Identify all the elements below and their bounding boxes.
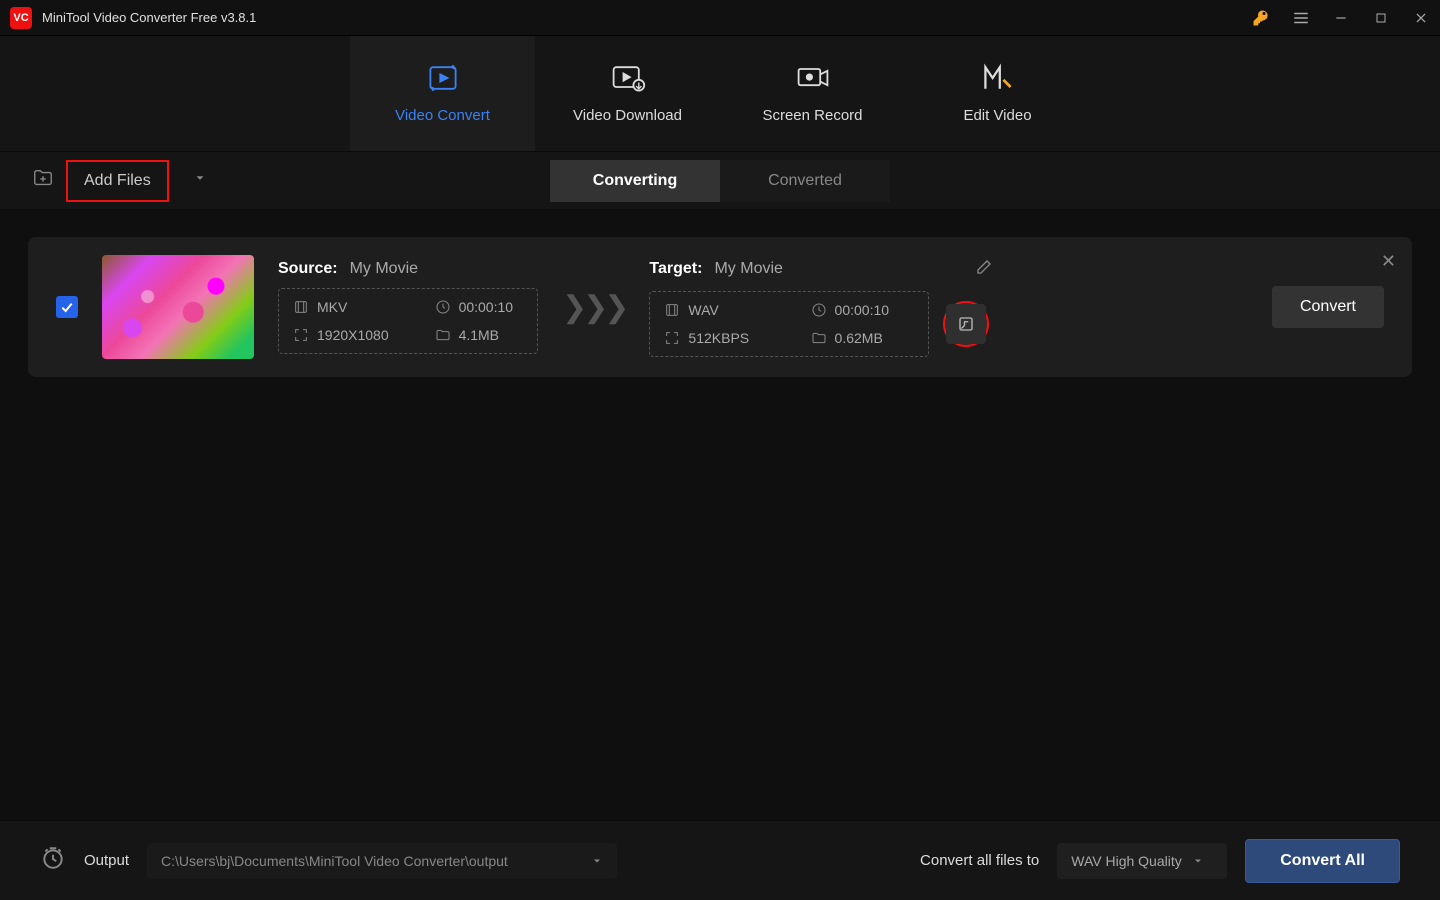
tab-edit-video[interactable]: Edit Video (905, 36, 1090, 151)
target-bitrate: 512KBPS (664, 330, 774, 346)
title-bar: VC MiniTool Video Converter Free v3.8.1 (0, 0, 1440, 36)
output-path: C:\Users\bj\Documents\MiniTool Video Con… (161, 853, 508, 869)
add-files-button[interactable]: Add Files (66, 160, 169, 202)
timer-icon[interactable] (40, 845, 66, 876)
target-format: WAV (664, 302, 774, 318)
subtab-converting[interactable]: Converting (550, 160, 720, 202)
target-duration: 00:00:10 (811, 302, 915, 318)
source-size: 4.1MB (435, 327, 523, 343)
key-icon[interactable] (1252, 9, 1270, 27)
window-title: MiniTool Video Converter Free v3.8.1 (42, 10, 1252, 25)
tab-video-download[interactable]: Video Download (535, 36, 720, 151)
main-tabs: Video Convert Video Download Screen Reco… (0, 36, 1440, 151)
source-info: Source: My Movie MKV 00:00:10 1920X1080 (278, 260, 538, 354)
remove-file-button[interactable]: ✕ (1381, 251, 1396, 272)
source-resolution: 1920X1080 (293, 327, 399, 343)
target-label: Target: (649, 260, 702, 278)
menu-icon[interactable] (1292, 9, 1310, 27)
tab-screen-record[interactable]: Screen Record (720, 36, 905, 151)
target-info: Target: My Movie WAV 00:00:10 (649, 258, 993, 357)
add-folder-icon (32, 167, 54, 194)
edit-name-button[interactable] (975, 258, 993, 281)
tab-video-convert[interactable]: Video Convert (350, 36, 535, 151)
source-label: Source: (278, 260, 338, 278)
toolbar: Add Files Converting Converted (0, 151, 1440, 209)
convert-button[interactable]: Convert (1272, 286, 1384, 328)
chevron-down-icon (591, 855, 603, 867)
tab-label: Video Download (573, 107, 682, 124)
convert-all-button[interactable]: Convert All (1245, 839, 1400, 883)
tab-label: Edit Video (963, 107, 1031, 124)
maximize-button[interactable] (1372, 9, 1390, 27)
close-button[interactable] (1412, 9, 1430, 27)
output-label: Output (84, 852, 129, 869)
file-card: ✕ Source: My Movie MKV 00:00:10 (28, 237, 1412, 377)
target-name: My Movie (714, 260, 782, 278)
file-thumbnail (102, 255, 254, 359)
target-settings-button[interactable] (943, 301, 989, 347)
output-path-select[interactable]: C:\Users\bj\Documents\MiniTool Video Con… (147, 843, 617, 879)
minimize-button[interactable] (1332, 9, 1350, 27)
tab-label: Video Convert (395, 107, 490, 124)
sub-tabs: Converting Converted (550, 160, 890, 202)
chevron-down-icon (1192, 855, 1204, 867)
footer-bar: Output C:\Users\bj\Documents\MiniTool Vi… (0, 820, 1440, 900)
convert-all-label: Convert all files to (920, 852, 1039, 869)
target-format-select[interactable]: WAV High Quality (1057, 843, 1227, 879)
subtab-converted[interactable]: Converted (720, 160, 890, 202)
tab-label: Screen Record (762, 107, 862, 124)
format-value: WAV High Quality (1071, 853, 1181, 869)
arrow-icon: ❯❯❯ (562, 290, 625, 325)
add-files-dropdown[interactable] (193, 171, 207, 190)
file-checkbox[interactable] (56, 296, 78, 318)
source-format: MKV (293, 299, 399, 315)
target-size: 0.62MB (811, 330, 915, 346)
source-duration: 00:00:10 (435, 299, 523, 315)
file-list: ✕ Source: My Movie MKV 00:00:10 (0, 209, 1440, 405)
source-name: My Movie (350, 260, 418, 278)
app-logo-icon: VC (10, 7, 32, 29)
